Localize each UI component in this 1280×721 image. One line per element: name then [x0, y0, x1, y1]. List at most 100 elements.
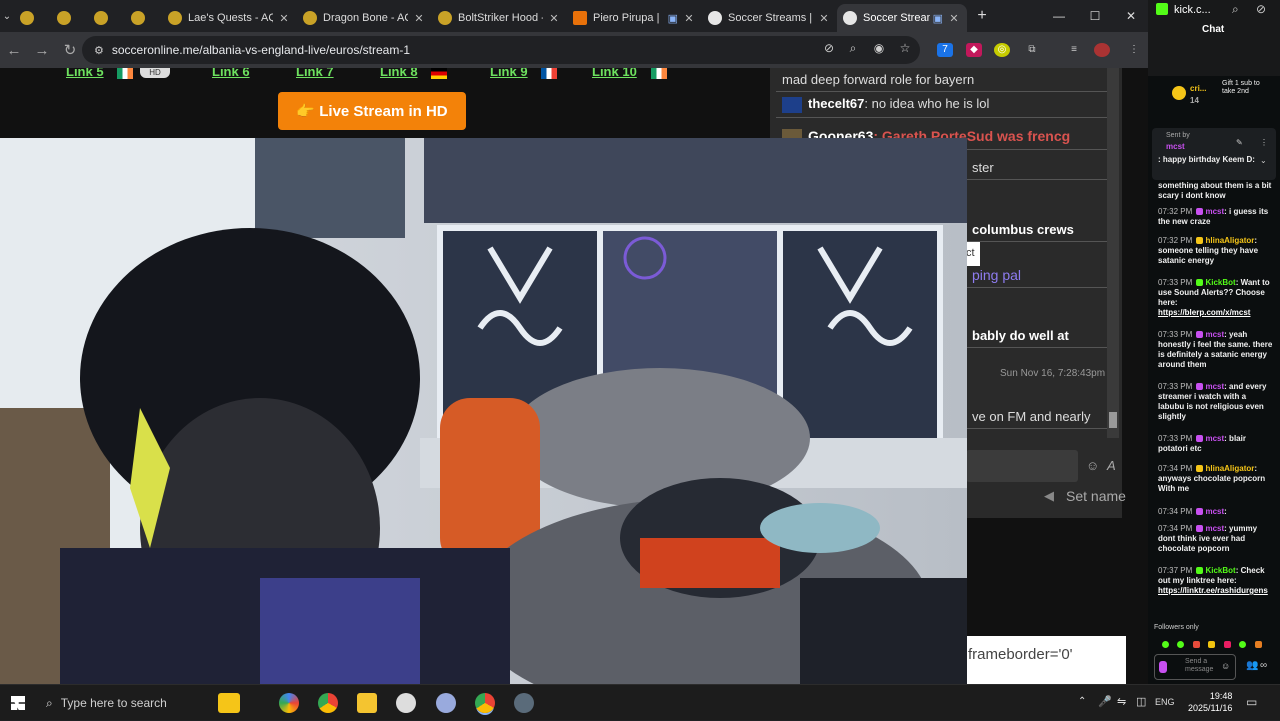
emote-icon[interactable]: [1223, 641, 1231, 649]
tab-soccer-stream-active[interactable]: Soccer Stream ▣ ✕: [837, 4, 967, 32]
extensions-puzzle-icon[interactable]: ⧉: [1024, 43, 1040, 57]
close-icon[interactable]: ✕: [547, 12, 561, 25]
tab-4[interactable]: [125, 4, 162, 32]
zoom-icon[interactable]: ⌕: [846, 41, 860, 55]
emote-bar[interactable]: [1160, 636, 1276, 649]
bookmark-star-icon[interactable]: ☆: [898, 41, 912, 55]
settings-icon[interactable]: ∞: [1260, 660, 1267, 671]
camera-blocked-icon[interactable]: ⊘: [822, 41, 836, 55]
chat-username[interactable]: mcst: [1205, 434, 1224, 443]
windows-start-icon[interactable]: [11, 696, 25, 710]
minimize-button[interactable]: —: [1040, 0, 1078, 32]
volume-icon[interactable]: ◫: [1136, 695, 1146, 708]
close-window-button[interactable]: ✕: [1112, 0, 1150, 32]
chrome-icon[interactable]: [318, 693, 338, 713]
new-tab-button[interactable]: +: [967, 7, 997, 25]
embed-code-box[interactable]: frameborder='0': [966, 636, 1126, 684]
back-button[interactable]: ←: [0, 42, 28, 59]
chat-username[interactable]: hlinaAligator: [1205, 464, 1254, 473]
close-icon[interactable]: ✕: [277, 12, 291, 25]
emoji-icon[interactable]: ☺: [1221, 661, 1230, 671]
app-ball-icon[interactable]: [396, 693, 416, 713]
users-icon[interactable]: 👥: [1246, 660, 1258, 671]
reload-button[interactable]: ↻: [56, 41, 84, 59]
chevron-up-icon[interactable]: ⌃: [1078, 696, 1086, 707]
reading-list-icon[interactable]: ≡: [1066, 43, 1082, 57]
copilot-icon[interactable]: [279, 693, 299, 713]
notification-icon[interactable]: ▭: [1246, 695, 1257, 709]
eye-off-icon[interactable]: ◉: [872, 41, 886, 55]
language-indicator[interactable]: ENG: [1155, 697, 1175, 707]
mute-icon[interactable]: ◀: [1044, 488, 1054, 504]
omnibox[interactable]: ⚙ socceronline.me/albania-vs-england-liv…: [82, 36, 920, 64]
more-options-icon[interactable]: ⋮: [1260, 138, 1268, 147]
pin-icon[interactable]: ✎: [1236, 138, 1243, 147]
sparkle-icon[interactable]: [218, 693, 240, 713]
stream-link-7[interactable]: Link 7: [296, 68, 334, 79]
tab-laes-quests[interactable]: Lae's Quests - AQ ✕: [162, 4, 297, 32]
chat-username[interactable]: KickBot: [1205, 278, 1235, 287]
chat-username[interactable]: hlinaAligator: [1205, 236, 1254, 245]
close-icon[interactable]: ✕: [682, 12, 696, 25]
chat-username[interactable]: mcst: [1205, 524, 1224, 533]
tab-1[interactable]: [14, 4, 51, 32]
chat-username[interactable]: mcst: [1205, 207, 1224, 216]
font-icon[interactable]: A: [1107, 458, 1116, 473]
forward-button[interactable]: →: [28, 42, 56, 59]
maximize-button[interactable]: ☐: [1076, 0, 1114, 32]
live-stream-hd-button[interactable]: 👉 Live Stream in HD: [278, 92, 466, 130]
taskbar-search[interactable]: ⌕ Type here to search: [40, 685, 208, 721]
network-icon[interactable]: ⇋: [1117, 695, 1126, 708]
emoji-icon[interactable]: ☺: [1086, 458, 1099, 473]
chevron-down-icon[interactable]: ⌄: [1260, 156, 1267, 165]
close-icon[interactable]: ✕: [947, 12, 961, 25]
search-icon[interactable]: ⌕: [1232, 2, 1239, 17]
url-text[interactable]: socceronline.me/albania-vs-england-live/…: [112, 43, 410, 57]
extension-yellow-icon[interactable]: ◎: [994, 43, 1010, 57]
eye-off-icon[interactable]: ⊘: [1256, 2, 1266, 16]
tab-search-dropdown[interactable]: ⌄: [0, 0, 14, 32]
stream-link-9[interactable]: Link 9: [490, 68, 528, 79]
tab-piero-pirupa[interactable]: Piero Pirupa | ▣ ✕: [567, 4, 702, 32]
tab-boltstriker[interactable]: BoltStriker Hood - ✕: [432, 4, 567, 32]
site-chat-input[interactable]: [966, 450, 1078, 482]
tab-2[interactable]: [51, 4, 88, 32]
chat-link[interactable]: https://blerp.com/x/mcst: [1158, 308, 1250, 317]
taskbar-clock[interactable]: 19:48 2025/11/16: [1188, 690, 1232, 714]
stream-link-10[interactable]: Link 10: [592, 68, 637, 79]
chat-username[interactable]: mcst: [1205, 507, 1224, 516]
tab-dragon-bone[interactable]: Dragon Bone - AQ ✕: [297, 4, 432, 32]
webcam-video[interactable]: [0, 138, 967, 684]
set-name-button[interactable]: Set name: [1066, 488, 1126, 504]
send-message-input[interactable]: Send a message ☺: [1154, 654, 1236, 680]
chat-link[interactable]: https://linktr.ee/rashidurgens: [1158, 586, 1268, 595]
gift-leaderboard[interactable]: cri... 14 Gift 1 sub to take 2nd: [1168, 80, 1272, 114]
app-icon[interactable]: [436, 693, 456, 713]
close-icon[interactable]: ✕: [412, 12, 426, 25]
emote-icon[interactable]: [1192, 641, 1200, 649]
emote-icon[interactable]: [1162, 641, 1169, 649]
site-info-icon[interactable]: ⚙: [94, 44, 104, 57]
emote-icon[interactable]: [1254, 641, 1262, 649]
microphone-icon[interactable]: 🎤: [1098, 695, 1112, 708]
close-icon[interactable]: ✕: [817, 12, 831, 25]
stream-link-6[interactable]: Link 6: [212, 68, 250, 79]
tab-3[interactable]: [88, 4, 125, 32]
extension-pink-icon[interactable]: ◆: [966, 43, 982, 57]
more-menu-icon[interactable]: ⋮: [1126, 43, 1142, 57]
scrollbar-thumb[interactable]: [1109, 412, 1117, 428]
pinned-message[interactable]: Sent by mcst : happy birthday Keem D: ✎ …: [1152, 128, 1276, 180]
file-explorer-icon[interactable]: [357, 693, 377, 713]
emote-icon[interactable]: [1208, 641, 1216, 649]
chat-username[interactable]: mcst: [1205, 382, 1224, 391]
chat-scrollbar[interactable]: [1107, 68, 1119, 438]
emote-icon[interactable]: [1239, 641, 1247, 649]
app-icon[interactable]: [514, 693, 534, 713]
profile-avatar-icon[interactable]: [1094, 43, 1110, 57]
chat-username[interactable]: KickBot: [1205, 566, 1235, 575]
tab-soccer-streams[interactable]: Soccer Streams | V✕: [702, 4, 837, 32]
extension-translate-icon[interactable]: 7: [937, 43, 953, 57]
emote-icon[interactable]: [1177, 641, 1185, 649]
chrome-active-icon[interactable]: [475, 693, 495, 713]
stream-link-8[interactable]: Link 8: [380, 68, 418, 79]
